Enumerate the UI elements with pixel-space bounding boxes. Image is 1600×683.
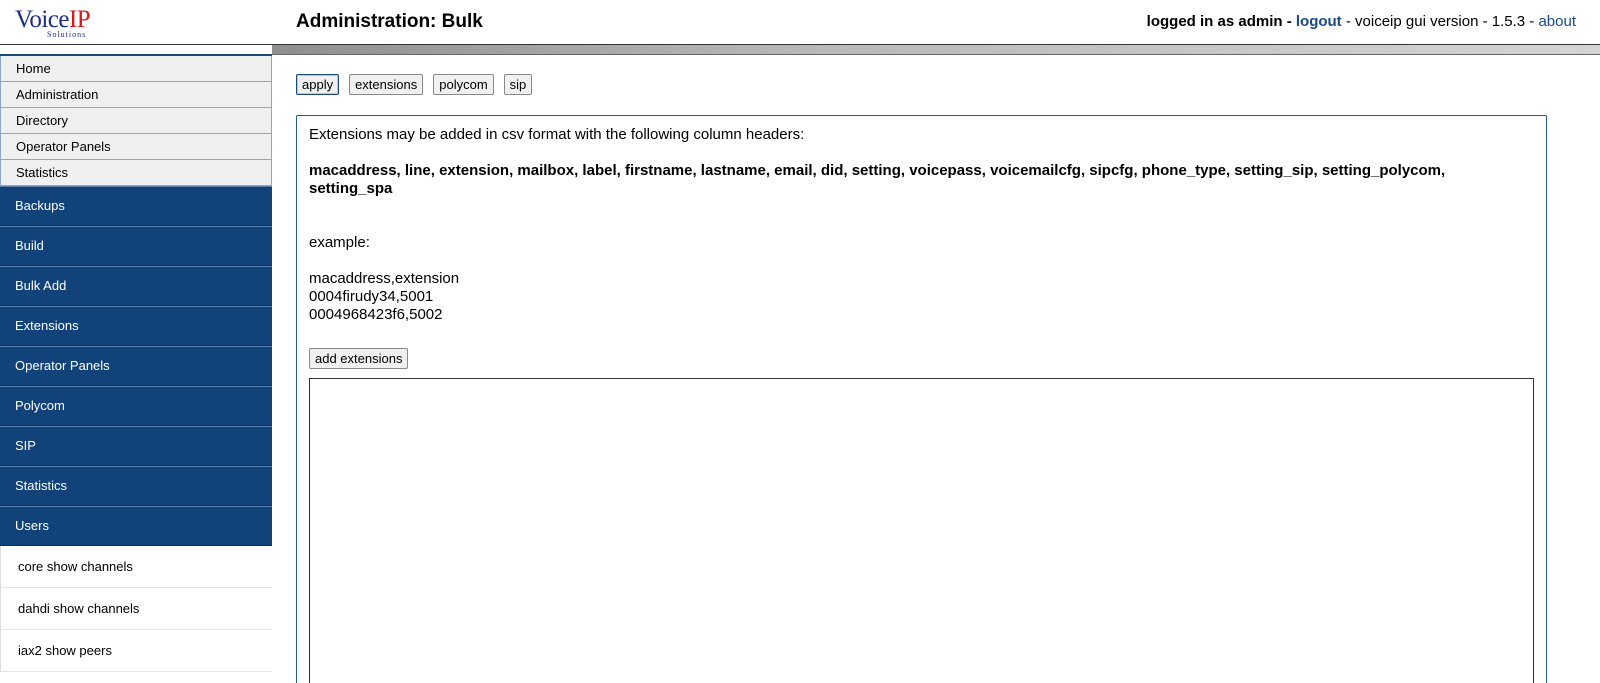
nav-item-operator-panels[interactable]: Operator Panels	[1, 134, 271, 160]
sidebar: Home Administration Directory Operator P…	[0, 56, 272, 672]
admin-nav: Backups Build Bulk Add Extensions Operat…	[0, 186, 272, 546]
apply-button[interactable]: apply	[296, 74, 340, 95]
command-nav: core show channels dahdi show channels i…	[0, 546, 272, 672]
polycom-button[interactable]: polycom	[433, 74, 494, 95]
example-line: macaddress,extension	[309, 270, 460, 287]
add-extensions-button[interactable]: add extensions	[309, 348, 409, 369]
logged-in-label: logged in as admin -	[1146, 13, 1292, 30]
logout-link[interactable]: logout	[1296, 13, 1342, 30]
about-link[interactable]: about	[1538, 13, 1576, 30]
nav-item-directory[interactable]: Directory	[1, 108, 271, 134]
admin-item-build[interactable]: Build	[0, 226, 272, 266]
admin-item-bulk-add[interactable]: Bulk Add	[0, 266, 272, 306]
admin-item-sip[interactable]: SIP	[0, 426, 272, 466]
admin-item-backups[interactable]: Backups	[0, 186, 272, 226]
csv-input[interactable]	[309, 378, 1534, 683]
nav-item-administration[interactable]: Administration	[1, 82, 271, 108]
nav-item-home[interactable]: Home	[1, 56, 271, 82]
admin-item-operator-panels[interactable]: Operator Panels	[0, 346, 272, 386]
logo-subtext: Solutions	[47, 30, 87, 39]
page-title: Administration: Bulk	[296, 11, 483, 32]
header-gradient-bar	[272, 45, 1600, 54]
column-headers-text: macaddress, line, extension, mailbox, la…	[309, 162, 1446, 197]
admin-item-users[interactable]: Users	[0, 506, 272, 546]
toolbar: apply extensions polycom sip	[296, 74, 533, 95]
login-info: logged in as admin - logout - voiceip gu…	[1147, 13, 1576, 30]
example-line: 0004968423f6,5002	[309, 306, 443, 323]
admin-item-extensions[interactable]: Extensions	[0, 306, 272, 346]
admin-item-statistics[interactable]: Statistics	[0, 466, 272, 506]
bulk-add-panel: Extensions may be added in csv format wi…	[296, 115, 1547, 683]
extensions-button[interactable]: extensions	[349, 74, 424, 95]
admin-item-polycom[interactable]: Polycom	[0, 386, 272, 426]
version-text: - voiceip gui version - 1.5.3 -	[1345, 13, 1535, 30]
example-line: 0004firudy34,5001	[309, 288, 434, 305]
cmd-item-iax2-show-peers[interactable]: iax2 show peers	[0, 630, 272, 672]
cmd-item-dahdi-show-channels[interactable]: dahdi show channels	[0, 588, 272, 630]
cmd-item-core-show-channels[interactable]: core show channels	[0, 546, 272, 588]
gradient-divider	[272, 54, 1600, 55]
main-nav: Home Administration Directory Operator P…	[0, 56, 272, 186]
sip-button[interactable]: sip	[503, 74, 533, 95]
nav-item-statistics[interactable]: Statistics	[1, 160, 271, 186]
logo-main-text: Voice	[15, 6, 69, 33]
intro-text: Extensions may be added in csv format wi…	[309, 126, 805, 143]
voiceip-logo: VoiceIP Solutions	[15, 6, 107, 39]
example-label: example:	[309, 234, 370, 251]
logo-accent-text: IP	[68, 6, 91, 33]
